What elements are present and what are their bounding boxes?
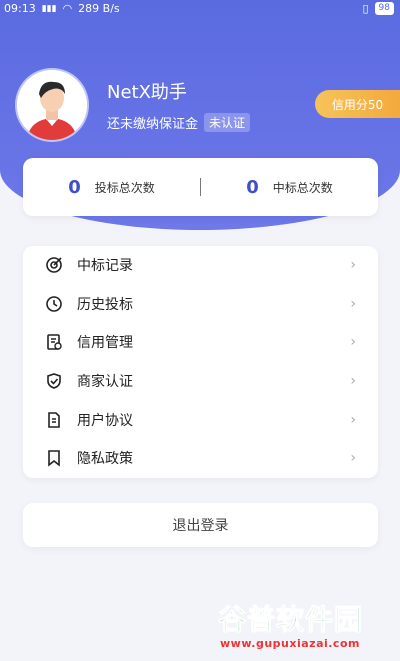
bid-count-label: 投标总次数 [94,180,155,195]
win-count-stat: 0 中标总次数 [201,177,378,198]
deposit-line: 还未缴纳保证金 未认证 [107,113,251,132]
watermark-url: www.gupuxiazai.com [220,637,360,650]
menu-label: 隐私政策 [77,451,133,468]
credit-doc-icon [44,332,64,352]
menu-label: 历史投标 [77,296,133,313]
bid-count-value: 0 [68,176,81,198]
menu-item-privacy-policy[interactable]: 隐私政策 › [23,439,378,478]
chevron-right-icon: › [350,411,356,428]
chevron-right-icon: › [350,295,356,312]
clock-icon [44,294,64,314]
vibrate-icon: ▯ [362,2,369,15]
menu-label: 中标记录 [77,258,133,275]
status-time: 09:13 [4,2,36,15]
document-icon [44,410,64,430]
username: NetX助手 [107,82,187,103]
deposit-status: 还未缴纳保证金 [107,117,199,132]
menu-item-win-records[interactable]: 中标记录 › [23,246,378,285]
status-bar: 09:13 ▮▮▮ ◠ 289 B/s ▯ 98 [0,0,400,18]
win-count-label: 中标总次数 [272,180,333,195]
logout-button[interactable]: 退出登录 [23,503,378,547]
chevron-right-icon: › [350,334,356,351]
menu-item-user-agreement[interactable]: 用户协议 › [23,400,378,439]
chevron-right-icon: › [350,373,356,390]
menu-list: 中标记录 › 历史投标 › 信用管理 › 商家认证 › 用户协议 › 隐私政策 … [23,246,378,478]
menu-label: 商家认证 [77,374,133,391]
target-icon [44,255,64,275]
watermark-title: 谷普软件园 [217,603,364,637]
chevron-right-icon: › [350,257,356,274]
signal-icon: ▮▮▮ [41,3,57,14]
avatar-illustration [17,70,87,140]
win-count-value: 0 [246,176,259,198]
credit-score-badge[interactable]: 信用分50 [315,90,400,118]
menu-label: 信用管理 [77,335,133,352]
site-watermark: 谷普软件园 www.gupuxiazai.com [217,598,398,658]
menu-item-credit-management[interactable]: 信用管理 › [23,323,378,362]
avatar[interactable] [17,70,87,140]
battery-indicator: 98 [374,2,394,15]
stats-card: 0 投标总次数 0 中标总次数 [23,158,378,216]
menu-item-merchant-auth[interactable]: 商家认证 › [23,362,378,401]
bookmark-icon [44,448,64,468]
shield-check-icon [44,371,64,391]
wifi-icon: ◠ [62,2,73,15]
menu-label: 用户协议 [77,412,133,429]
auth-badge[interactable]: 未认证 [204,113,251,132]
chevron-right-icon: › [350,450,356,467]
menu-item-bid-history[interactable]: 历史投标 › [23,285,378,324]
bid-count-stat: 0 投标总次数 [23,177,200,198]
network-speed: 289 B/s [78,2,120,15]
